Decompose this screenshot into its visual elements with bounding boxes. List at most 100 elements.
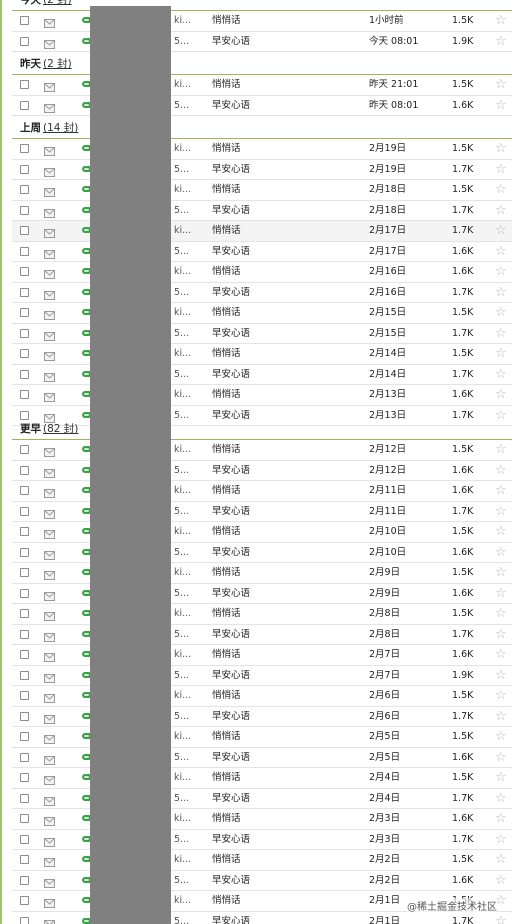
star-icon[interactable]: ☆	[495, 727, 507, 746]
mail-row[interactable]: 5... 早安心语 今天 08:01 1.9K ☆	[12, 32, 512, 52]
group-count-link[interactable]: (2 封)	[43, 58, 72, 70]
star-icon[interactable]: ☆	[495, 139, 507, 158]
group-count-link[interactable]: (2 封)	[43, 0, 72, 6]
checkbox-icon[interactable]	[20, 465, 29, 475]
checkbox-icon[interactable]	[20, 711, 29, 721]
mail-row[interactable]: ki... 悄悄话 2月3日 1.6K ☆	[12, 809, 512, 830]
mail-row[interactable]: ki... 悄悄话 1小时前 1.5K ☆	[12, 11, 512, 32]
mail-row[interactable]: ki... 悄悄话 2月19日 1.5K ☆	[12, 139, 512, 160]
checkbox-icon[interactable]	[20, 80, 29, 89]
mail-subject[interactable]: 早安心语	[212, 96, 250, 115]
mail-row[interactable]: 5... 早安心语 2月6日 1.7K ☆	[12, 707, 512, 727]
mail-subject[interactable]: 悄悄话	[212, 727, 241, 746]
mail-row[interactable]: ki... 悄悄话 2月2日 1.5K ☆	[12, 850, 512, 871]
checkbox-icon[interactable]	[20, 144, 29, 153]
checkbox-icon[interactable]	[20, 916, 29, 924]
checkbox-icon[interactable]	[20, 691, 29, 700]
star-icon[interactable]: ☆	[495, 283, 507, 302]
mail-row[interactable]: 5... 早安心语 2月8日 1.7K ☆	[12, 625, 512, 645]
mail-row[interactable]: 5... 早安心语 2月11日 1.7K ☆	[12, 502, 512, 522]
mail-subject[interactable]: 早安心语	[212, 912, 250, 924]
mail-subject[interactable]: 早安心语	[212, 748, 250, 767]
star-icon[interactable]: ☆	[495, 96, 507, 115]
mail-row[interactable]: ki... 悄悄话 2月7日 1.6K ☆	[12, 645, 512, 666]
mail-row[interactable]: ki... 悄悄话 2月13日 1.6K ☆	[12, 385, 512, 406]
mail-subject[interactable]: 早安心语	[212, 543, 250, 562]
mail-subject[interactable]: 早安心语	[212, 625, 250, 644]
star-icon[interactable]: ☆	[495, 871, 507, 890]
star-icon[interactable]: ☆	[495, 160, 507, 179]
star-icon[interactable]: ☆	[495, 242, 507, 261]
star-icon[interactable]: ☆	[495, 707, 507, 726]
mail-subject[interactable]: 悄悄话	[212, 645, 241, 664]
checkbox-icon[interactable]	[20, 814, 29, 823]
mail-subject[interactable]: 悄悄话	[212, 522, 241, 541]
checkbox-icon[interactable]	[20, 855, 29, 864]
checkbox-icon[interactable]	[20, 793, 29, 803]
star-icon[interactable]: ☆	[495, 440, 507, 459]
star-icon[interactable]: ☆	[495, 645, 507, 664]
mail-row[interactable]: 5... 早安心语 2月3日 1.7K ☆	[12, 830, 512, 850]
star-icon[interactable]: ☆	[495, 584, 507, 603]
checkbox-icon[interactable]	[20, 609, 29, 618]
mail-subject[interactable]: 悄悄话	[212, 891, 241, 910]
mail-subject[interactable]: 早安心语	[212, 365, 250, 384]
star-icon[interactable]: ☆	[495, 32, 507, 51]
checkbox-icon[interactable]	[20, 328, 29, 338]
mail-subject[interactable]: 悄悄话	[212, 385, 241, 404]
mail-subject[interactable]: 悄悄话	[212, 262, 241, 281]
star-icon[interactable]: ☆	[495, 686, 507, 705]
mail-subject[interactable]: 早安心语	[212, 324, 250, 343]
mail-row[interactable]: 5... 早安心语 2月15日 1.7K ☆	[12, 324, 512, 344]
mail-subject[interactable]: 早安心语	[212, 201, 250, 220]
mail-row[interactable]: 5... 早安心语 2月4日 1.7K ☆	[12, 789, 512, 809]
checkbox-icon[interactable]	[20, 547, 29, 557]
star-icon[interactable]: ☆	[495, 201, 507, 220]
star-icon[interactable]: ☆	[495, 543, 507, 562]
checkbox-icon[interactable]	[20, 896, 29, 905]
mail-row[interactable]: ki... 悄悄话 2月17日 1.7K ☆	[12, 221, 512, 242]
checkbox-icon[interactable]	[20, 226, 29, 235]
checkbox-icon[interactable]	[20, 185, 29, 194]
star-icon[interactable]: ☆	[495, 809, 507, 828]
star-icon[interactable]: ☆	[495, 385, 507, 404]
mail-subject[interactable]: 早安心语	[212, 502, 250, 521]
checkbox-icon[interactable]	[20, 267, 29, 276]
mail-subject[interactable]: 悄悄话	[212, 481, 241, 500]
checkbox-icon[interactable]	[20, 650, 29, 659]
checkbox-icon[interactable]	[20, 445, 29, 454]
mail-subject[interactable]: 悄悄话	[212, 563, 241, 582]
star-icon[interactable]: ☆	[495, 365, 507, 384]
mail-row[interactable]: 5... 早安心语 2月16日 1.7K ☆	[12, 283, 512, 303]
mail-subject[interactable]: 悄悄话	[212, 11, 241, 30]
mail-row[interactable]: ki... 悄悄话 2月6日 1.5K ☆	[12, 686, 512, 707]
mail-row[interactable]: 5... 早安心语 2月2日 1.6K ☆	[12, 871, 512, 891]
mail-subject[interactable]: 早安心语	[212, 242, 250, 261]
star-icon[interactable]: ☆	[495, 830, 507, 849]
mail-row[interactable]: ki... 悄悄话 2月9日 1.5K ☆	[12, 563, 512, 584]
mail-subject[interactable]: 早安心语	[212, 871, 250, 890]
checkbox-icon[interactable]	[20, 875, 29, 885]
star-icon[interactable]: ☆	[495, 912, 507, 924]
mail-subject[interactable]: 早安心语	[212, 830, 250, 849]
checkbox-icon[interactable]	[20, 16, 29, 25]
star-icon[interactable]: ☆	[495, 221, 507, 240]
mail-subject[interactable]: 悄悄话	[212, 440, 241, 459]
checkbox-icon[interactable]	[20, 369, 29, 379]
star-icon[interactable]: ☆	[495, 748, 507, 767]
star-icon[interactable]: ☆	[495, 75, 507, 94]
mail-subject[interactable]: 早安心语	[212, 461, 250, 480]
checkbox-icon[interactable]	[20, 308, 29, 317]
mail-subject[interactable]: 早安心语	[212, 789, 250, 808]
mail-row[interactable]: 5... 早安心语 昨天 08:01 1.6K ☆	[12, 96, 512, 116]
mail-row[interactable]: 5... 早安心语 2月7日 1.9K ☆	[12, 666, 512, 686]
mail-subject[interactable]: 悄悄话	[212, 604, 241, 623]
mail-subject[interactable]: 悄悄话	[212, 344, 241, 363]
mail-row[interactable]: ki... 悄悄话 2月12日 1.5K ☆	[12, 440, 512, 461]
star-icon[interactable]: ☆	[495, 461, 507, 480]
checkbox-icon[interactable]	[20, 629, 29, 639]
checkbox-icon[interactable]	[20, 773, 29, 782]
mail-row[interactable]: 5... 早安心语 2月18日 1.7K ☆	[12, 201, 512, 221]
checkbox-icon[interactable]	[20, 100, 29, 110]
checkbox-icon[interactable]	[20, 527, 29, 536]
